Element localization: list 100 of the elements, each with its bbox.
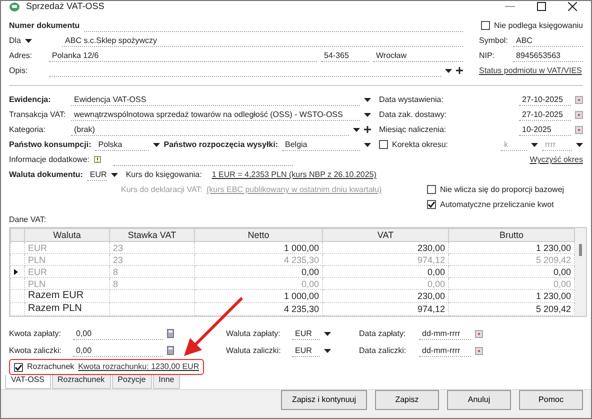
input-field[interactable]: Polska — [95, 138, 149, 151]
calculator-icon[interactable] — [167, 329, 174, 338]
maximize-icon[interactable] — [537, 2, 546, 12]
input-field[interactable]: Belgia — [282, 138, 360, 151]
caret-icon[interactable] — [445, 68, 452, 73]
field-label: Państwo rozpoczęcia wysyłki: — [164, 140, 278, 150]
table-cell: 5 209,42 — [448, 254, 574, 266]
input-field[interactable]: Polanka 12/6 — [49, 50, 317, 62]
calculator-icon[interactable] — [167, 346, 174, 356]
checkbox[interactable] — [14, 362, 23, 372]
tab[interactable]: Rozrachunek — [52, 375, 111, 389]
input-field[interactable]: 0,00 — [73, 328, 163, 340]
column-header: VAT — [322, 228, 448, 242]
calendar-icon[interactable] — [575, 96, 583, 104]
checkbox-label: Nie wlicza się do proporcji bazowej — [440, 185, 564, 195]
field-label: Opis: — [9, 66, 29, 76]
caret-icon[interactable] — [353, 128, 360, 132]
table-cell: 230,00 — [322, 290, 448, 303]
row-indicator-cell[interactable] — [10, 254, 24, 266]
checkbox[interactable] — [481, 21, 490, 30]
caret-icon[interactable] — [364, 98, 371, 102]
table-cell: PLN — [24, 278, 110, 290]
settlement-amount-link[interactable]: Kwota rozrachunku: 1230,00 EUR — [78, 362, 200, 372]
caret-icon[interactable] — [25, 38, 32, 43]
table-cell: 23 — [110, 254, 194, 266]
calendar-icon[interactable] — [575, 126, 583, 134]
table-cell: EUR — [24, 242, 110, 254]
caret-icon[interactable] — [152, 142, 160, 147]
checkbox-label: Rozrachunek — [27, 362, 74, 372]
column-header: Waluta — [24, 228, 110, 242]
tab[interactable]: VAT-OSS — [5, 375, 50, 389]
field-label: Transakcja VAT: — [9, 110, 67, 120]
tab[interactable]: Inne — [152, 375, 180, 389]
minimize-icon[interactable] — [505, 6, 515, 8]
caret-icon[interactable] — [324, 348, 331, 353]
checkbox[interactable] — [379, 140, 388, 150]
input-field[interactable]: 27-10-2025 — [519, 94, 571, 106]
input-field[interactable]: ABC — [513, 34, 583, 47]
dialog-button[interactable]: Pomoc — [519, 390, 583, 410]
field-label: Waluta zapłaty: — [226, 329, 282, 339]
checkbox[interactable] — [427, 185, 436, 194]
column-header: Brutto — [448, 228, 574, 242]
field-label: Dla — [9, 36, 22, 46]
calendar-icon[interactable] — [575, 110, 583, 119]
table-cell: Razem PLN — [24, 302, 110, 316]
field-label: Korekta okresu: — [392, 140, 450, 150]
row-indicator-cell[interactable] — [10, 242, 24, 254]
field-label: Kurs do deklaracji VAT: — [121, 185, 203, 195]
table-cell: 230,00 — [322, 242, 448, 254]
input-field[interactable]: 10-2025 — [519, 124, 571, 136]
plus-icon[interactable] — [456, 67, 463, 74]
row-indicator-cell[interactable] — [10, 266, 24, 278]
input-field[interactable]: ABC s.c.Sklep spożywczy — [62, 34, 463, 47]
field-label: Kurs do księgowania: — [126, 170, 203, 180]
input-field[interactable]: 0,00 — [73, 344, 163, 357]
tab[interactable]: Pozycje — [112, 375, 152, 389]
app-icon — [9, 2, 20, 12]
caret-icon[interactable] — [364, 112, 371, 117]
dialog-button[interactable]: Zapisz — [375, 390, 439, 410]
input-field[interactable]: dd-mm-rrrr — [419, 344, 471, 357]
checkbox[interactable] — [427, 200, 436, 210]
caret-icon[interactable] — [576, 142, 583, 147]
field-label: Data zaliczki: — [359, 346, 408, 356]
caret-icon[interactable] — [110, 172, 118, 177]
clear-period-link[interactable]: Wyczyść okres — [530, 155, 583, 165]
checkbox-label: Automatyczne przeliczanie kwot — [440, 200, 554, 210]
input-field[interactable]: 8945653563 — [513, 50, 583, 62]
table-cell: 8 — [110, 278, 194, 290]
field-label: Państwo konsumpcji: — [9, 140, 92, 150]
caret-icon[interactable] — [364, 142, 371, 147]
input-field[interactable]: EUR — [292, 328, 320, 340]
input-field[interactable]: EUR — [86, 168, 107, 181]
input-field[interactable]: (brak) — [71, 124, 349, 136]
dialog-button[interactable]: Zapisz i kontynuuj — [280, 390, 367, 410]
table-cell: 0,00 — [322, 266, 448, 278]
input-field[interactable]: Ewidencja VAT-OSS — [71, 94, 360, 106]
calendar-icon[interactable] — [475, 330, 483, 338]
input-field[interactable]: Wrocław — [373, 50, 463, 62]
plus-icon[interactable] — [364, 126, 371, 134]
row-indicator-cell[interactable] — [10, 278, 24, 290]
table-cell: 8 — [110, 266, 194, 278]
status-link[interactable]: Status podmiotu w VAT/VIES — [479, 66, 582, 76]
input-field[interactable]: dd-mm-rrrr — [419, 328, 471, 340]
table-cell: 0,00 — [448, 278, 574, 290]
input-field[interactable]: 27-10-2025 — [519, 108, 571, 121]
scrollbar-thumb[interactable] — [579, 244, 582, 256]
exchange-rate-link[interactable]: 1 EUR = 4,2353 PLN (kurs NBP z 26.10.2025) — [212, 170, 376, 180]
info-icon — [94, 156, 100, 164]
close-icon[interactable] — [568, 2, 577, 12]
caret-icon[interactable] — [324, 332, 331, 336]
calendar-icon[interactable] — [475, 346, 483, 355]
input-field[interactable]: EUR — [292, 344, 320, 357]
field-label: Data zak. dostawy: — [379, 110, 448, 120]
checkbox-label: Nie podlega księgowaniu — [494, 21, 583, 31]
input-field[interactable]: 54-365 — [321, 50, 369, 62]
input-field[interactable]: wewnątrzwspólnotowa sprzedaż towarów na odległość (OSS) - WSTO-OSS — [71, 108, 360, 121]
field-label: Ewidencja: — [9, 95, 52, 105]
dialog-button[interactable]: Anuluj — [447, 390, 511, 410]
table-cell: 1 230,00 — [448, 290, 574, 303]
caret-icon[interactable] — [531, 142, 538, 147]
